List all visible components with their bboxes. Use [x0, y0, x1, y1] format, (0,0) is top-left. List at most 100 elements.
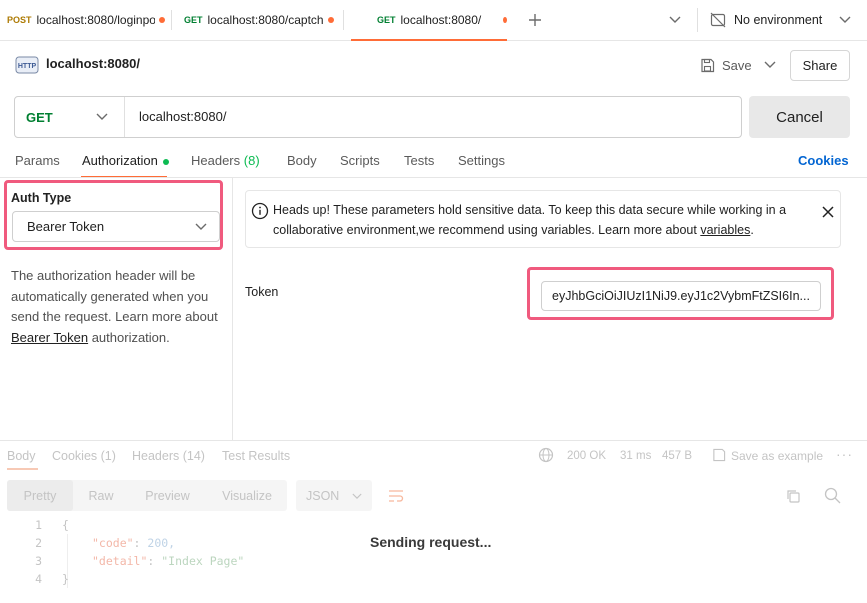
response-time: 31 ms [620, 450, 652, 462]
auth-type-value: Bearer Token [27, 219, 105, 234]
save-as-example-button[interactable]: Save as example [731, 449, 823, 463]
tab-headers[interactable]: Headers (8) [191, 153, 260, 168]
auth-description-text: The authorization header will be automat… [11, 268, 218, 324]
panel-divider [232, 178, 233, 440]
method-selector[interactable]: GET [15, 97, 125, 137]
code-brace: } [62, 572, 69, 586]
code-line: "detail": "Index Page" [92, 554, 245, 568]
response-size: 457 B [662, 450, 693, 462]
token-input[interactable]: eyJhbGciOiJIUzI1NiJ9.eyJ1c2VybmFtZSI6In.… [541, 281, 821, 311]
environment-label: No environment [734, 13, 823, 27]
chevron-down-icon[interactable] [665, 10, 685, 30]
response-tab-headers[interactable]: Headers (14) [132, 449, 205, 463]
line-number: 2 [35, 536, 42, 550]
unsaved-dot [503, 17, 507, 23]
url-input[interactable]: localhost:8080/ [139, 109, 226, 124]
response-status: 200 OK [567, 450, 606, 462]
status-dot [162, 158, 169, 165]
method-badge: GET [377, 15, 396, 25]
tab-authorization[interactable]: Authorization [82, 153, 169, 168]
save-button[interactable]: Save [700, 56, 760, 74]
auth-description: The authorization header will be automat… [11, 266, 226, 348]
variables-link[interactable]: variables [700, 223, 750, 237]
chevron-down-icon [839, 16, 851, 24]
globe-icon [538, 447, 554, 463]
active-tab-indicator [7, 468, 38, 470]
code-line: "code": 200, [92, 536, 176, 550]
environment-selector[interactable]: No environment [709, 10, 867, 30]
tab-separator [171, 10, 172, 30]
chevron-down-icon [195, 223, 207, 231]
preview-button[interactable]: Preview [130, 480, 205, 511]
divider [697, 8, 698, 32]
sensitive-data-notice: Heads up! These parameters hold sensitiv… [245, 190, 841, 248]
cookies-link[interactable]: Cookies [798, 153, 849, 168]
share-button[interactable]: Share [790, 50, 850, 81]
tab-authorization-label: Authorization [82, 153, 158, 168]
method-badge: GET [184, 15, 203, 25]
save-icon [712, 448, 726, 462]
copy-icon[interactable] [785, 488, 801, 504]
token-label: Token [245, 285, 279, 299]
auth-type-label: Auth Type [11, 191, 72, 205]
tab-tests[interactable]: Tests [404, 153, 434, 168]
format-select[interactable]: JSON [296, 480, 372, 511]
request-title[interactable]: localhost:8080/ [46, 56, 140, 71]
tab-settings[interactable]: Settings [458, 153, 505, 168]
cancel-button[interactable]: Cancel [749, 96, 850, 138]
tab-params[interactable]: Params [15, 153, 60, 168]
unsaved-dot [327, 17, 334, 23]
svg-text:HTTP: HTTP [18, 63, 37, 70]
request-tab-active[interactable]: GET localhost:8080/ [377, 0, 507, 40]
method-label: GET [26, 109, 53, 125]
tab-headers-label: Headers [191, 153, 241, 168]
unsaved-dot [158, 17, 165, 23]
tab-separator [343, 10, 344, 30]
json-value: 200, [147, 536, 176, 550]
line-number: 4 [35, 572, 42, 586]
headers-count: (8) [243, 153, 260, 168]
response-tab-cookies[interactable]: Cookies (1) [52, 449, 116, 463]
chevron-down-icon [96, 113, 108, 121]
code-brace: { [62, 518, 69, 532]
divider [0, 177, 867, 178]
auth-type-select[interactable]: Bearer Token [12, 211, 220, 242]
active-tab-indicator [351, 39, 507, 41]
json-value: "Index Page" [161, 554, 245, 568]
request-tab[interactable]: GET localhost:8080/captch [184, 0, 344, 40]
wrap-lines-icon[interactable] [387, 488, 405, 504]
response-tab-body[interactable]: Body [7, 449, 36, 463]
bearer-token-link[interactable]: Bearer Token [11, 330, 88, 345]
notice-text: Heads up! These parameters hold sensitiv… [273, 200, 808, 240]
divider [0, 440, 867, 441]
line-number: 3 [35, 554, 42, 568]
close-icon[interactable] [820, 204, 836, 220]
format-value: JSON [306, 488, 340, 503]
request-tab[interactable]: POST localhost:8080/loginpo [7, 0, 165, 40]
save-options-chevron-icon[interactable] [760, 55, 780, 75]
chevron-down-icon [352, 489, 362, 503]
auth-description-suffix: authorization. [88, 329, 170, 345]
visualize-button[interactable]: Visualize [208, 480, 286, 511]
json-key: "detail" [92, 554, 148, 568]
search-icon[interactable] [824, 487, 841, 504]
raw-button[interactable]: Raw [75, 480, 127, 511]
notice-end: . [750, 223, 754, 237]
line-number: 1 [35, 518, 42, 532]
more-options-icon[interactable]: ··· [836, 446, 853, 462]
tab-label: localhost:8080/ [400, 13, 482, 27]
tab-body[interactable]: Body [287, 153, 317, 168]
response-tab-tests[interactable]: Test Results [222, 449, 290, 463]
json-key: "code" [92, 536, 134, 550]
save-icon [700, 58, 715, 73]
pretty-button[interactable]: Pretty [7, 480, 73, 511]
sending-request-text: Sending request... [370, 534, 492, 550]
save-label: Save [722, 57, 752, 73]
new-tab-plus-icon[interactable] [524, 10, 546, 30]
tab-label: localhost:8080/captch [207, 13, 324, 27]
tab-scripts[interactable]: Scripts [340, 153, 380, 168]
http-request-icon: HTTP [15, 53, 39, 77]
no-environment-icon [709, 11, 727, 29]
tab-label: localhost:8080/loginpo [36, 13, 155, 27]
info-icon [251, 202, 269, 220]
